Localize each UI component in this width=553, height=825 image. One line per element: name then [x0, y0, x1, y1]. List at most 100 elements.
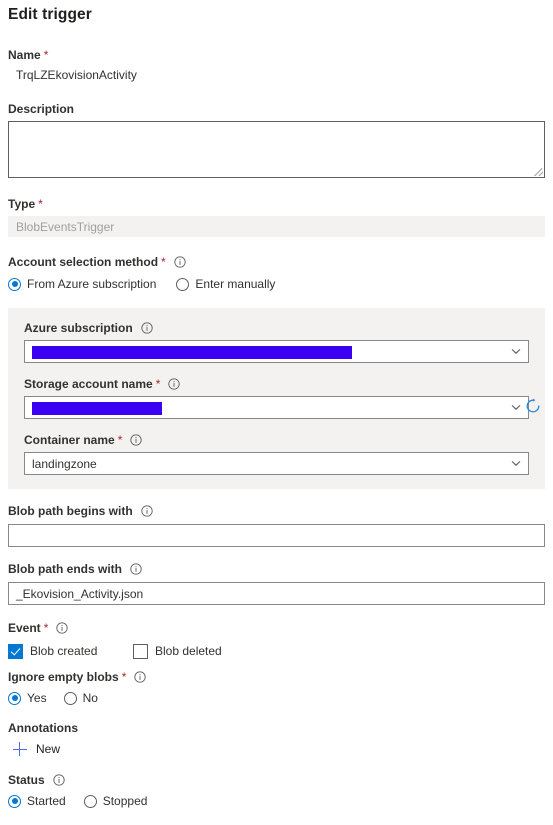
blob-path-begins-with-input[interactable]	[8, 524, 545, 547]
azure-subscription-label: Azure subscription	[24, 320, 529, 336]
type-input-disabled: BlobEventsTrigger	[8, 216, 545, 237]
blob-path-ends-with-label: Blob path ends with	[8, 561, 545, 577]
azure-storage-group-panel: Azure subscription Storage account name …	[8, 308, 545, 489]
refresh-icon-button[interactable]	[523, 396, 543, 416]
name-label-text: Name	[8, 48, 41, 62]
redacted-value	[32, 345, 352, 359]
checkbox-blob-deleted[interactable]: Blob deleted	[133, 643, 222, 659]
event-options: Blob created Blob deleted	[8, 643, 545, 659]
radio-enter-manually[interactable]: Enter manually	[176, 276, 275, 292]
annotations-label: Annotations	[8, 720, 545, 736]
checkbox-label: Blob created	[30, 644, 98, 658]
blob-path-ends-with-value: _Ekovision_Activity.json	[16, 586, 144, 601]
status-options: Started Stopped	[8, 793, 545, 809]
ignore-empty-blobs-label: Ignore empty blobs *	[8, 669, 545, 685]
info-icon[interactable]	[174, 256, 186, 268]
storage-account-name-label: Storage account name *	[24, 376, 529, 392]
field-container-name: Container name * landingzone	[24, 432, 529, 475]
info-icon[interactable]	[56, 622, 69, 634]
blob-path-ends-with-input[interactable]: _Ekovision_Activity.json	[8, 582, 545, 605]
chevron-down-icon	[510, 402, 522, 414]
field-ignore-empty-blobs: Ignore empty blobs * Yes No	[8, 669, 545, 706]
radio-label: Started	[27, 794, 66, 808]
radio-status-started[interactable]: Started	[8, 793, 66, 809]
info-icon[interactable]	[53, 774, 65, 786]
account-selection-method-label: Account selection method *	[8, 254, 545, 270]
info-icon[interactable]	[130, 434, 143, 446]
type-label: Type *	[8, 196, 545, 212]
add-annotation-button[interactable]: New	[8, 742, 60, 756]
radio-ignore-empty-blobs-no[interactable]: No	[63, 690, 98, 706]
name-label: Name *	[8, 47, 545, 63]
blob-path-ends-with-label-text: Blob path ends with	[8, 562, 122, 576]
ignore-empty-blobs-label-text: Ignore empty blobs	[8, 670, 119, 684]
add-annotation-label: New	[36, 742, 61, 756]
info-icon[interactable]	[141, 322, 153, 334]
description-textarea[interactable]	[8, 121, 545, 178]
field-blob-path-begins-with: Blob path begins with	[8, 503, 545, 547]
blob-path-begins-with-label-text: Blob path begins with	[8, 504, 133, 518]
field-event: Event * Blob created Blob deleted	[8, 620, 545, 659]
required-asterisk: *	[38, 197, 43, 211]
field-annotations: Annotations New	[8, 720, 545, 756]
plus-icon	[13, 742, 27, 756]
ignore-empty-blobs-options: Yes No	[8, 690, 545, 706]
info-icon[interactable]	[134, 671, 147, 683]
name-value: TrqLZEkovisionActivity	[16, 68, 137, 82]
checkbox-blob-created[interactable]: Blob created	[8, 643, 133, 659]
description-label: Description	[8, 101, 545, 117]
radio-label: Stopped	[102, 794, 148, 808]
field-account-selection-method: Account selection method * From Azure sub…	[8, 254, 545, 292]
required-asterisk: *	[155, 377, 161, 391]
radio-mark-icon	[63, 691, 77, 705]
required-asterisk: *	[43, 48, 49, 62]
field-name: Name * TrqLZEkovisionActivity	[8, 47, 545, 83]
info-icon[interactable]	[141, 505, 153, 517]
radio-mark-icon	[8, 277, 21, 291]
chevron-down-icon	[510, 458, 522, 470]
field-storage-account-name: Storage account name *	[24, 376, 529, 419]
page-title: Edit trigger	[8, 6, 92, 23]
radio-mark-icon	[8, 794, 21, 808]
annotations-label-text: Annotations	[8, 721, 78, 735]
radio-ignore-empty-blobs-yes[interactable]: Yes	[8, 690, 47, 706]
radio-label: Enter manually	[195, 277, 276, 291]
radio-from-azure-subscription[interactable]: From Azure subscription	[8, 276, 156, 292]
field-type: Type * BlobEventsTrigger	[8, 196, 545, 237]
field-blob-path-ends-with: Blob path ends with _Ekovision_Activity.…	[8, 561, 545, 605]
type-label-text: Type	[8, 197, 36, 211]
info-icon[interactable]	[130, 563, 142, 575]
blob-path-begins-with-label: Blob path begins with	[8, 503, 545, 519]
field-azure-subscription: Azure subscription	[24, 320, 529, 363]
radio-mark-icon	[8, 691, 21, 705]
account-selection-method-label-text: Account selection method	[8, 255, 159, 269]
checkbox-label: Blob deleted	[155, 644, 222, 658]
radio-label: From Azure subscription	[27, 277, 157, 291]
event-label-text: Event	[8, 621, 41, 635]
radio-mark-icon	[83, 794, 97, 808]
edit-trigger-panel: Edit trigger Name * TrqLZEkovisionActivit…	[0, 0, 553, 825]
resize-grip-handle[interactable]	[532, 165, 543, 176]
checkbox-mark-icon	[8, 643, 23, 659]
storage-account-name-dropdown[interactable]	[24, 396, 529, 419]
refresh-icon	[526, 398, 540, 413]
type-value: BlobEventsTrigger	[16, 219, 115, 234]
info-icon[interactable]	[168, 378, 181, 390]
redacted-value	[32, 401, 162, 415]
radio-mark-icon	[176, 277, 190, 291]
required-asterisk: *	[43, 621, 49, 635]
status-label-text: Status	[8, 773, 45, 787]
field-status: Status Started Stopped	[8, 772, 545, 809]
container-name-label: Container name *	[24, 432, 529, 448]
required-asterisk: *	[117, 433, 123, 447]
azure-subscription-label-text: Azure subscription	[24, 321, 133, 335]
account-selection-method-options: From Azure subscription Enter manually	[8, 276, 545, 292]
container-name-dropdown[interactable]: landingzone	[24, 452, 529, 475]
radio-label: No	[82, 691, 98, 705]
radio-label: Yes	[27, 691, 47, 705]
required-asterisk: *	[161, 255, 166, 269]
description-label-text: Description	[8, 102, 75, 116]
azure-subscription-dropdown[interactable]	[24, 340, 529, 363]
storage-account-name-value	[32, 400, 510, 415]
radio-status-stopped[interactable]: Stopped	[83, 793, 148, 809]
